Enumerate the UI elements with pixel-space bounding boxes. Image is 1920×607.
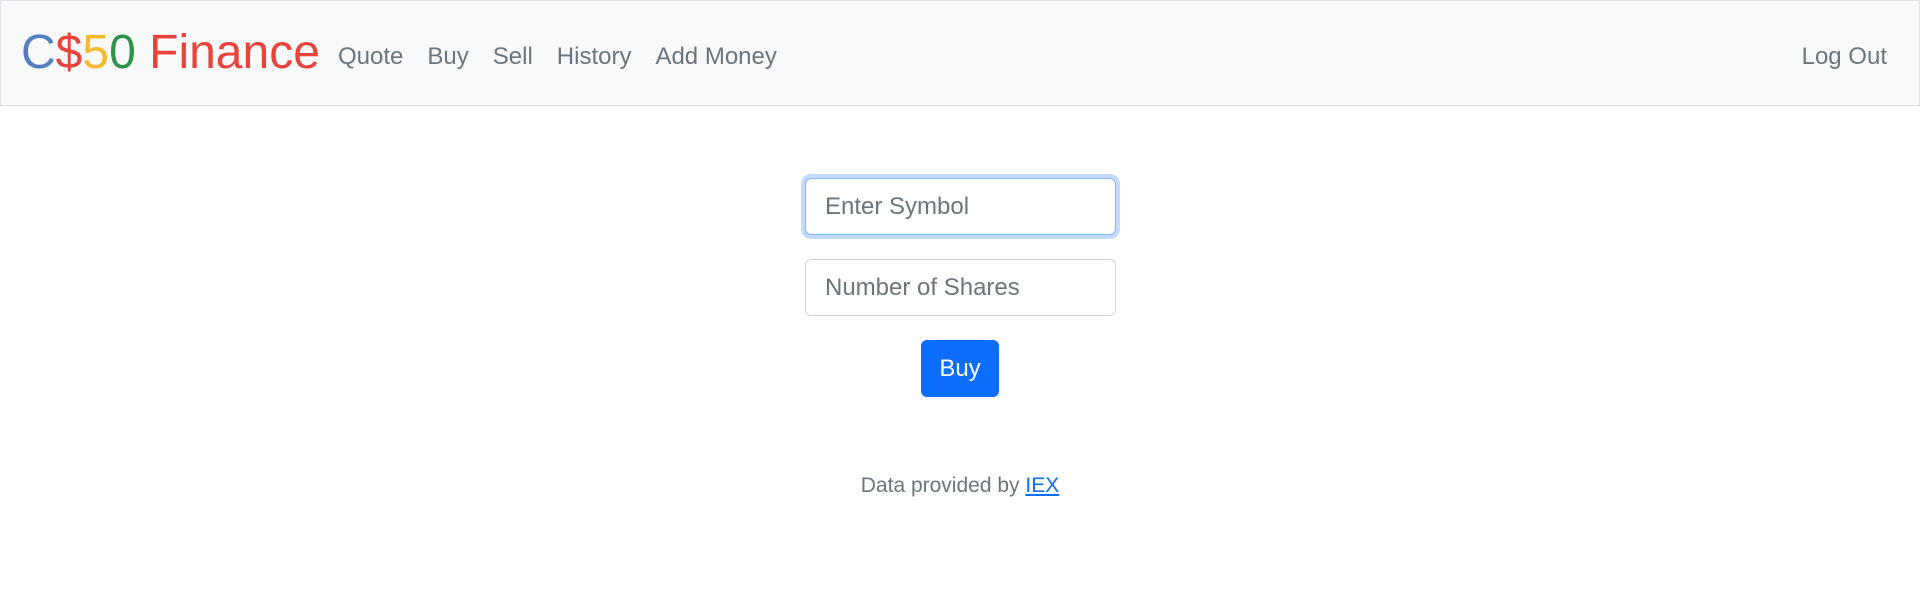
nav-link-quote[interactable]: Quote [338,39,403,75]
navbar: C $5 0 Finance Quote Buy Sell History Add … [0,0,1920,106]
footer-text: Data provided by [860,474,1026,497]
buy-button[interactable]: Buy [921,340,999,397]
brand-letter-c: C [21,26,56,79]
brand-word-finance: Finance [135,26,320,79]
nav-link-history[interactable]: History [557,39,632,75]
nav-link-buy[interactable]: Buy [427,39,468,75]
footer: Data provided by IEX [0,472,1920,500]
symbol-input[interactable] [805,178,1116,235]
brand-letter-0: 0 [109,26,136,79]
nav-link-sell[interactable]: Sell [493,39,533,75]
iex-link[interactable]: IEX [1025,474,1059,497]
nav-link-add-money[interactable]: Add Money [655,39,776,75]
shares-input[interactable] [805,259,1116,316]
logout-link[interactable]: Log Out [1802,39,1887,75]
brand-letter-5: 5 [82,26,110,79]
nav-links: Quote Buy Sell History Add Money [338,39,801,75]
brand-logo-link[interactable]: C $5 0 Finance [21,23,320,83]
brand-letter-dollar: $ [55,26,83,79]
